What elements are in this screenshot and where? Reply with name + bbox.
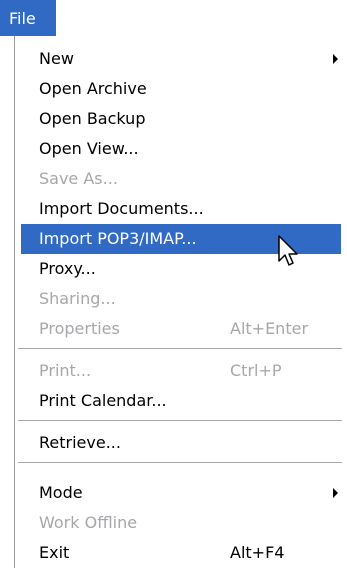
- menu-item-label: Sharing...: [39, 289, 116, 308]
- menu-item-open-archive[interactable]: Open Archive: [15, 74, 347, 104]
- menu-item-shortcut: Alt+Enter: [230, 319, 309, 338]
- menu-item-properties: Properties Alt+Enter: [15, 314, 347, 344]
- file-menu-dropdown: New Open Archive Open Backup Open View..…: [14, 36, 347, 568]
- menu-item-print: Print... Ctrl+P: [15, 356, 347, 386]
- submenu-arrow-icon: [333, 54, 338, 64]
- menu-item-shortcut: Ctrl+P: [230, 361, 282, 380]
- menu-item-label: Work Offline: [39, 513, 138, 532]
- menu-item-label: Proxy...: [39, 259, 96, 278]
- menu-item-shortcut: Alt+F4: [230, 543, 285, 562]
- menu-item-retrieve[interactable]: Retrieve...: [15, 428, 347, 458]
- menu-item-work-offline: Work Offline: [15, 508, 347, 538]
- menu-item-label: New: [39, 49, 74, 68]
- menu-item-open-backup[interactable]: Open Backup: [15, 104, 347, 134]
- menu-item-label: Properties: [39, 319, 120, 338]
- menu-item-import-documents[interactable]: Import Documents...: [15, 194, 347, 224]
- menu-item-label: Retrieve...: [39, 433, 121, 452]
- menu-item-label: Import Documents...: [39, 199, 204, 218]
- arrow-pointer-icon: [278, 235, 298, 266]
- submenu-arrow-icon: [333, 488, 338, 498]
- menu-item-label: Open Backup: [39, 109, 146, 128]
- menu-item-label: Print...: [39, 361, 92, 380]
- file-menu-button[interactable]: File: [0, 0, 56, 36]
- menu-item-print-calendar[interactable]: Print Calendar...: [15, 386, 347, 416]
- menu-item-mode[interactable]: Mode: [15, 478, 347, 508]
- menu-item-open-view[interactable]: Open View...: [15, 134, 347, 164]
- menu-item-label: Open Archive: [39, 79, 147, 98]
- menu-item-label: Save As...: [39, 169, 118, 188]
- menu-item-label: Print Calendar...: [39, 391, 167, 410]
- menu-separator: [18, 462, 342, 463]
- menu-item-label: Exit: [39, 543, 70, 562]
- menu-item-new[interactable]: New: [15, 44, 347, 74]
- menu-item-save-as: Save As...: [15, 164, 347, 194]
- menu-item-label: Mode: [39, 483, 83, 502]
- menu-item-sharing: Sharing...: [15, 284, 347, 314]
- menu-item-exit[interactable]: Exit Alt+F4: [15, 538, 347, 568]
- menu-item-label: Import POP3/IMAP...: [39, 229, 197, 248]
- menu-separator: [18, 420, 342, 421]
- file-menu-label: File: [9, 8, 36, 28]
- menu-separator: [18, 348, 342, 349]
- menu-item-label: Open View...: [39, 139, 139, 158]
